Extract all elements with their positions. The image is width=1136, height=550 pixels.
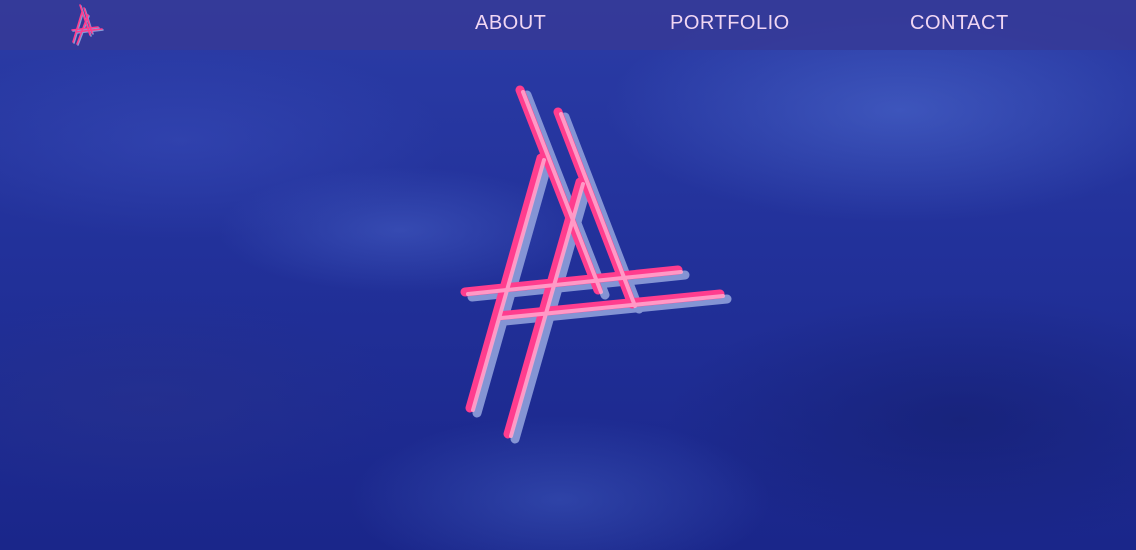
landing-page: ABOUT PORTFOLIO CONTACT bbox=[0, 0, 1136, 550]
nav-logo-svg bbox=[71, 4, 104, 46]
monogram-a-hero-logo bbox=[450, 78, 740, 448]
nav-link-contact[interactable]: CONTACT bbox=[910, 12, 1009, 35]
hero-logo-svg bbox=[460, 85, 732, 444]
monogram-a-logo-icon[interactable] bbox=[68, 2, 106, 46]
nav-link-portfolio[interactable]: PORTFOLIO bbox=[670, 12, 790, 35]
top-navigation-bar: ABOUT PORTFOLIO CONTACT bbox=[0, 0, 1136, 50]
nav-link-about[interactable]: ABOUT bbox=[475, 12, 546, 35]
